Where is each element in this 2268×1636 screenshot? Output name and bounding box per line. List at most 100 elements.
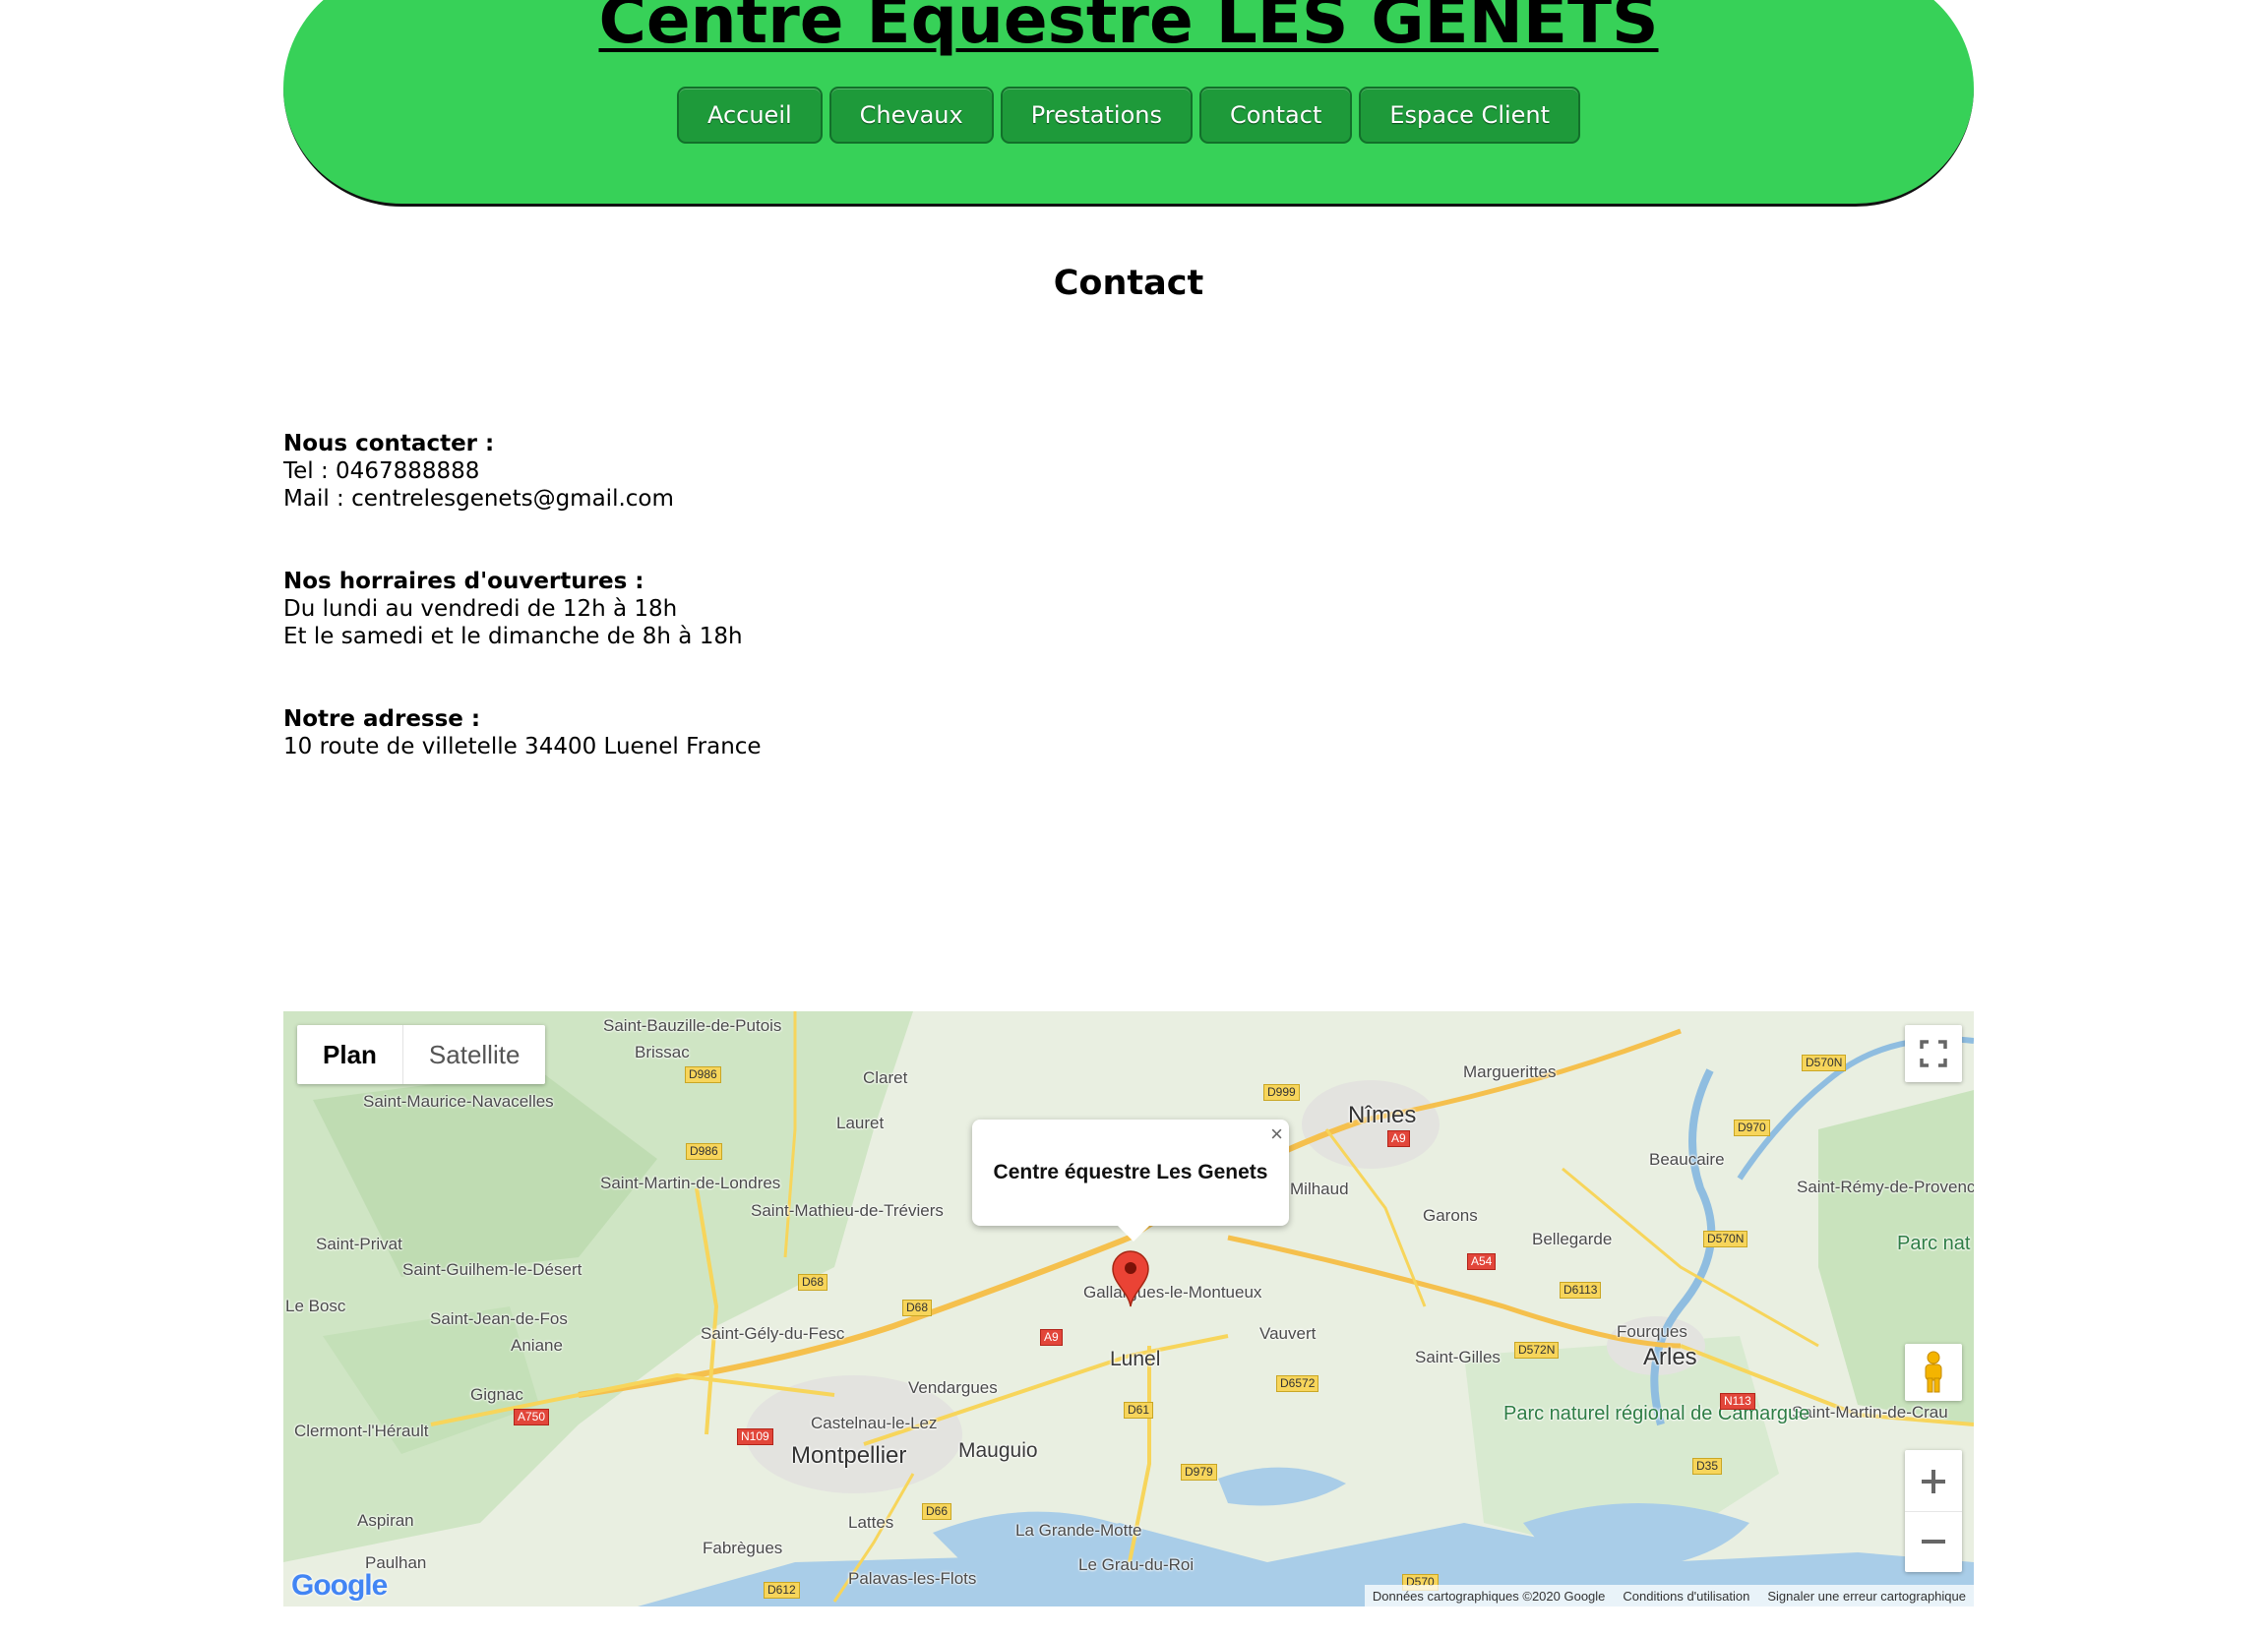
street-view-button[interactable] <box>1905 1344 1962 1401</box>
zoom-in-button[interactable] <box>1905 1452 1962 1512</box>
map-place-label: Aniane <box>511 1336 563 1355</box>
map-place-label: Claret <box>863 1068 908 1087</box>
road-shield: D572N <box>1514 1342 1560 1359</box>
nav-accueil[interactable]: Accueil <box>676 87 823 144</box>
plus-icon <box>1922 1469 1945 1493</box>
map-marker-icon[interactable] <box>1111 1249 1150 1308</box>
map-place-label: Marguerittes <box>1463 1062 1557 1081</box>
road-shield: D68 <box>798 1274 828 1291</box>
map-place-label: Milhaud <box>1290 1180 1349 1198</box>
map-place-label: Lauret <box>836 1114 885 1132</box>
map-place-label: Saint-Rémy-de-Provence <box>1797 1178 1974 1196</box>
site-title[interactable]: Centre Equestre LES GENETS <box>283 0 1974 58</box>
map-place-label: Bellegarde <box>1532 1230 1613 1248</box>
nav-contact[interactable]: Contact <box>1198 87 1353 144</box>
nav-espace-client[interactable]: Espace Client <box>1359 87 1581 144</box>
road-shield: D61 <box>1124 1402 1154 1419</box>
map-place-label: Nîmes <box>1348 1102 1417 1128</box>
zoom-out-button[interactable] <box>1905 1512 1962 1571</box>
fullscreen-icon <box>1920 1040 1947 1067</box>
road-shield: N109 <box>737 1428 773 1445</box>
contact-section: Nous contacter : Tel : 0467888888 Mail :… <box>283 430 674 513</box>
address-section: Notre adresse : 10 route de villetelle 3… <box>283 705 762 760</box>
road-shield: D6113 <box>1560 1282 1602 1299</box>
map-info-window: Centre équestre Les Genets × <box>972 1120 1289 1242</box>
info-window-title: Centre équestre Les Genets <box>993 1161 1268 1183</box>
map-place-label: Vauvert <box>1259 1324 1317 1343</box>
main-nav: Accueil Chevaux Prestations Contact Espa… <box>283 87 1974 144</box>
road-shield: D66 <box>922 1503 952 1520</box>
road-shield: D570N <box>1802 1055 1847 1071</box>
contact-tel: Tel : 0467888888 <box>283 458 480 484</box>
map-park-label: Parc nat région des Alpi <box>1897 1233 1974 1254</box>
contact-mail: Mail : centrelesgenets@gmail.com <box>283 486 674 512</box>
road-shield: D68 <box>902 1300 933 1316</box>
map-place-label: Montpellier <box>791 1442 907 1469</box>
pegman-icon <box>1925 1351 1942 1393</box>
map-place-label: Fourques <box>1617 1322 1687 1341</box>
google-logo: Google <box>291 1569 388 1602</box>
terms-link[interactable]: Conditions d'utilisation <box>1623 1589 1749 1604</box>
map-place-label: Saint-Privat <box>316 1235 402 1253</box>
road-shield: A9 <box>1387 1130 1410 1147</box>
map-place-label: Lattes <box>848 1513 894 1532</box>
minus-icon <box>1922 1539 1945 1544</box>
road-shield: D612 <box>764 1582 800 1599</box>
map-place-label: Saint-Guilhem-le-Désert <box>402 1260 582 1279</box>
road-shield: D999 <box>1263 1084 1300 1101</box>
map-place-label: Saint-Gély-du-Fesc <box>701 1324 845 1343</box>
map-place-label: Vendargues <box>908 1378 998 1397</box>
map-data-credit: Données cartographiques ©2020 Google <box>1372 1588 1606 1604</box>
map-park-label: Parc naturel régional de Camargue <box>1503 1403 1810 1424</box>
address-value: 10 route de villetelle 34400 Luenel Fran… <box>283 734 762 759</box>
info-window-tail <box>1118 1226 1149 1242</box>
map-place-label: Aspiran <box>357 1511 414 1530</box>
road-shield: A9 <box>1040 1329 1063 1346</box>
map-place-label: Le Grau-du-Roi <box>1078 1555 1195 1574</box>
hours-weekdays: Du lundi au vendredi de 12h à 18h <box>283 596 678 622</box>
nav-prestations[interactable]: Prestations <box>1000 87 1193 144</box>
map-place-label: Garons <box>1423 1206 1478 1225</box>
close-icon[interactable]: × <box>1270 1121 1283 1147</box>
map-type-control: Plan Satellite <box>297 1025 546 1084</box>
map-type-plan-button[interactable]: Plan <box>297 1025 403 1084</box>
google-map[interactable]: Saint-Bauzille-de-Putois Brissac Saint-M… <box>283 1011 1974 1606</box>
map-place-label: Clermont-l'Hérault <box>294 1422 429 1440</box>
map-place-label: Gignac <box>470 1385 523 1404</box>
road-shield: D6572 <box>1276 1375 1319 1392</box>
map-place-label: Castelnau-le-Lez <box>811 1414 938 1432</box>
road-shield: D35 <box>1692 1458 1723 1475</box>
map-place-label: Fabrègues <box>703 1539 783 1557</box>
road-shield: D986 <box>685 1066 721 1083</box>
road-shield: D986 <box>686 1143 722 1160</box>
map-place-label: Arles <box>1643 1344 1697 1370</box>
map-attribution: Données cartographiques ©2020 Google Con… <box>1364 1585 1974 1606</box>
map-place-label: Saint-Mathieu-de-Tréviers <box>751 1201 944 1220</box>
report-error-link[interactable]: Signaler une erreur cartographique <box>1767 1589 1966 1604</box>
map-place-label: Brissac <box>635 1043 690 1061</box>
map-place-label: Palavas-les-Flots <box>848 1569 977 1588</box>
road-shield: N113 <box>1720 1393 1755 1410</box>
road-shield: D979 <box>1181 1464 1217 1481</box>
map-place-label: Le Bosc <box>285 1297 346 1315</box>
hours-section: Nos horraires d'ouvertures : Du lundi au… <box>283 568 743 650</box>
nav-chevaux[interactable]: Chevaux <box>828 87 994 144</box>
road-shield: A54 <box>1467 1253 1497 1270</box>
road-shield: D570N <box>1703 1231 1748 1247</box>
address-label: Notre adresse : <box>283 706 481 732</box>
map-place-label: Mauguio <box>958 1439 1038 1462</box>
map-type-satellite-button[interactable]: Satellite <box>403 1025 546 1084</box>
map-place-label: Saint-Jean-de-Fos <box>430 1309 568 1328</box>
contact-label: Nous contacter : <box>283 431 495 456</box>
page-title: Contact <box>1053 264 1204 303</box>
hours-label: Nos horraires d'ouvertures : <box>283 569 644 594</box>
map-place-label: Saint-Martin-de-Londres <box>600 1174 781 1192</box>
map-place-label: Beaucaire <box>1649 1150 1725 1169</box>
map-place-label: Saint-Martin-de-Crau <box>1792 1403 1948 1422</box>
road-shield: A750 <box>514 1409 550 1425</box>
hours-weekend: Et le samedi et le dimanche de 8h à 18h <box>283 624 743 649</box>
fullscreen-button[interactable] <box>1905 1025 1962 1082</box>
road-shield: D970 <box>1734 1120 1770 1136</box>
map-place-label: Lunel <box>1110 1348 1161 1370</box>
map-place-label: Saint-Bauzille-de-Putois <box>603 1016 782 1035</box>
